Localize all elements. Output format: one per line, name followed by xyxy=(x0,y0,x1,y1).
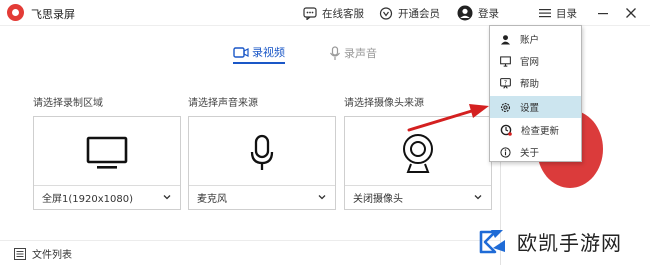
watermark-text: 欧凯手游网 xyxy=(517,230,622,255)
file-list-icon xyxy=(14,247,26,260)
vip-label: 开通会员 xyxy=(398,7,440,20)
camera-source-select[interactable]: 关闭摄像头 xyxy=(345,185,491,209)
bottom-bar: 文件列表 xyxy=(0,240,500,265)
menu-item-help[interactable]: ? 帮助 xyxy=(490,72,581,94)
watermark-logo-icon xyxy=(479,230,505,254)
update-icon xyxy=(500,124,512,136)
monitor-icon xyxy=(86,136,128,169)
vip-button[interactable]: 开通会员 xyxy=(379,0,440,26)
settings-icon xyxy=(500,102,511,112)
video-camera-icon xyxy=(233,46,249,58)
close-icon xyxy=(626,8,636,18)
minimize-button[interactable] xyxy=(589,0,617,26)
region-select-value: 全屏1(1920x1080) xyxy=(42,194,133,205)
title-bar: 飞思录屏 在线客服 开通会员 登录 目录 xyxy=(0,0,650,26)
catalog-dropdown-menu: 账户 官网 ? 帮助 设置 检查更新 关于 xyxy=(489,25,582,162)
online-service-button[interactable]: 在线客服 xyxy=(303,0,364,26)
region-card[interactable]: 全屏1(1920x1080) xyxy=(33,116,181,210)
camera-source-select-value: 关闭摄像头 xyxy=(353,194,403,205)
menu-item-settings[interactable]: 设置 xyxy=(490,96,581,118)
watermark: 欧凯手游网 xyxy=(473,222,622,260)
app-logo xyxy=(7,4,24,21)
login-button[interactable]: 登录 xyxy=(457,0,499,26)
menu-item-settings-label: 设置 xyxy=(520,103,540,114)
website-icon xyxy=(500,55,511,67)
chevron-down-icon xyxy=(163,195,171,200)
camera-source-card[interactable]: 关闭摄像头 xyxy=(344,116,492,210)
file-list-label: 文件列表 xyxy=(32,250,72,261)
user-avatar-icon xyxy=(457,5,473,21)
vip-icon xyxy=(379,6,393,20)
audio-source-select-value: 麦克风 xyxy=(197,194,227,205)
audio-source-select[interactable]: 麦克风 xyxy=(189,185,335,209)
menu-item-about-label: 关于 xyxy=(520,148,540,159)
record-mode-tabs: 录视频 录声音 xyxy=(0,42,480,66)
menu-item-check-update-label: 检查更新 xyxy=(521,126,560,137)
region-label: 请选择录制区域 xyxy=(33,98,103,109)
tab-record-video[interactable]: 录视频 xyxy=(233,42,285,64)
tab-record-audio[interactable]: 录声音 xyxy=(329,42,377,64)
online-service-label: 在线客服 xyxy=(322,7,364,20)
microphone-small-icon xyxy=(330,45,340,60)
audio-source-label: 请选择声音来源 xyxy=(188,98,258,109)
audio-source-card[interactable]: 麦克风 xyxy=(188,116,336,210)
account-icon xyxy=(500,34,511,45)
close-button[interactable] xyxy=(617,0,645,26)
tab-record-video-label: 录视频 xyxy=(252,46,285,59)
camera-source-label: 请选择摄像头来源 xyxy=(344,98,424,109)
chevron-down-icon xyxy=(318,195,326,200)
login-label: 登录 xyxy=(478,7,499,20)
menu-icon xyxy=(539,9,551,18)
menu-item-check-update[interactable]: 检查更新 xyxy=(490,119,581,141)
menu-item-website[interactable]: 官网 xyxy=(490,50,581,72)
tab-record-audio-label: 录声音 xyxy=(344,47,377,60)
chevron-down-icon xyxy=(474,195,482,200)
catalog-button[interactable]: 目录 xyxy=(539,0,577,26)
menu-item-about[interactable]: 关于 xyxy=(490,141,581,163)
menu-item-help-label: 帮助 xyxy=(520,79,540,90)
file-list-button[interactable]: 文件列表 xyxy=(14,246,72,261)
menu-item-account-label: 账户 xyxy=(520,35,540,46)
catalog-label: 目录 xyxy=(556,7,577,20)
region-select[interactable]: 全屏1(1920x1080) xyxy=(34,185,180,209)
menu-item-account[interactable]: 账户 xyxy=(490,28,581,50)
webcam-icon xyxy=(403,134,433,173)
chat-icon xyxy=(303,6,317,20)
help-icon: ? xyxy=(500,77,511,89)
menu-item-website-label: 官网 xyxy=(520,57,540,68)
svg-text:?: ? xyxy=(504,79,507,86)
minimize-icon xyxy=(598,13,608,15)
info-icon xyxy=(500,146,511,158)
app-title: 飞思录屏 xyxy=(31,8,75,21)
microphone-icon xyxy=(250,134,274,170)
